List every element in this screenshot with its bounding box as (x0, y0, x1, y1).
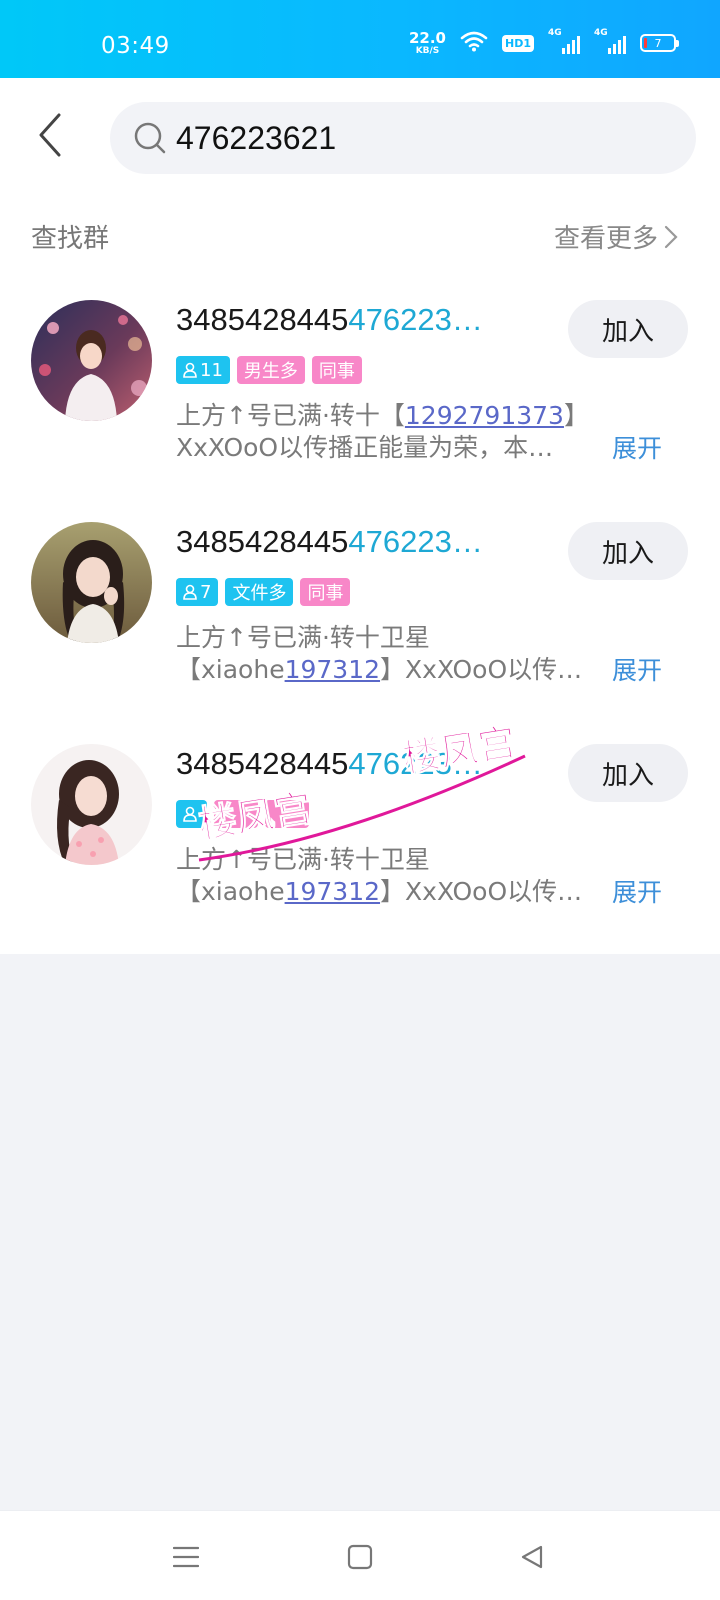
battery-icon: 7 (640, 34, 679, 52)
network-speed: 22.0 KB/S (408, 28, 446, 56)
group-description-line1: 上方↑号已满·转十卫星 (176, 840, 616, 876)
group-tags: 11 男生多 同事 (176, 356, 362, 384)
group-title-highlight: 476223… (348, 746, 483, 781)
group-title: 3485428445476223… (176, 524, 516, 560)
back-triangle-icon (521, 1545, 543, 1569)
search-icon (132, 120, 168, 156)
group-title-highlight: 476223… (348, 524, 483, 559)
network-speed-value: 22.0 (408, 28, 446, 47)
search-input[interactable] (176, 119, 656, 157)
group-title-prefix: 3485428445 (176, 746, 349, 781)
home-square-icon (347, 1544, 373, 1570)
back-nav-button[interactable] (512, 1537, 552, 1577)
system-nav-bar (0, 1510, 720, 1600)
view-more-link[interactable]: 查看更多 (554, 218, 678, 255)
section-header: 查找群 查看更多 (0, 198, 720, 274)
member-icon (183, 806, 197, 822)
group-tag: 同事 (300, 578, 351, 606)
group-description-line2: 【xiaohe197312】XxXOoO以传… (176, 872, 591, 908)
expand-link[interactable]: 展开 (612, 651, 662, 687)
member-icon (183, 362, 197, 378)
status-bar: 03:49 22.0 KB/S HD1 4G 4G 7 (0, 0, 720, 78)
member-count: 7 (200, 581, 212, 603)
member-count-tag: 7 (176, 578, 219, 606)
cellular-signal-icon: 4G (548, 28, 580, 54)
description-text: 】XxXOoO以传… (380, 655, 583, 684)
home-button[interactable] (340, 1537, 380, 1577)
join-button[interactable]: 加入 (568, 300, 688, 358)
group-avatar (31, 522, 152, 643)
group-title: 3485428445476223… (176, 302, 516, 338)
sim2-network-label: 4G (594, 28, 608, 38)
group-avatar (31, 744, 152, 865)
section-title: 查找群 (31, 224, 110, 254)
member-count: 11 (200, 359, 223, 381)
status-time: 03:49 (101, 33, 170, 59)
network-speed-unit: KB/S (415, 45, 440, 56)
member-count-tag: 11 (176, 356, 230, 384)
group-item[interactable]: 3485428445476223… 7 文件多 同事 上方↑号已满·转十卫星 【… (0, 494, 720, 720)
view-more-label: 查看更多 (553, 224, 658, 254)
group-description-line1: 上方↑号已满·转十卫星 (176, 618, 616, 654)
description-text: 【xiaohe (176, 655, 285, 684)
description-link[interactable]: 197312 (285, 655, 380, 684)
description-text: 】 (563, 401, 589, 430)
search-box[interactable] (110, 102, 696, 174)
group-title-prefix: 3485428445 (176, 524, 349, 559)
group-tag: 男生多 (236, 356, 305, 384)
search-header (0, 78, 720, 198)
description-link[interactable]: 1292791373 (405, 401, 564, 430)
group-tag (265, 800, 309, 828)
cellular-signal-icon-2: 4G (594, 28, 626, 54)
group-description-line2: XxXOoO以传播正能量为荣，本… (176, 428, 591, 464)
description-text: 【xiaohe (176, 877, 285, 906)
expand-link[interactable]: 展开 (612, 873, 662, 909)
description-text: 上方↑号已满·转十卫星 (176, 623, 430, 652)
menu-icon (173, 1546, 199, 1568)
chevron-right-icon (664, 225, 678, 248)
group-tag: 同事 (311, 356, 362, 384)
back-arrow-icon (39, 113, 61, 157)
member-icon (183, 584, 197, 600)
group-title: 3485428445476223… (176, 746, 516, 782)
back-button[interactable] (30, 108, 70, 162)
description-text: XxXOoO以传播正能量为荣，本… (176, 433, 554, 462)
description-text: 】XxXOoO以传… (380, 877, 583, 906)
hd-voice-badge: HD1 (502, 34, 534, 52)
group-tag (214, 800, 258, 828)
wifi-icon (460, 30, 488, 56)
description-text: 上方↑号已满·转十【 (176, 401, 405, 430)
sim1-network-label: 4G (548, 28, 562, 38)
description-link[interactable]: 197312 (285, 877, 380, 906)
status-icons: 22.0 KB/S HD1 4G 4G 7 (408, 28, 679, 58)
group-title-highlight: 476223… (348, 302, 483, 337)
search-results: 查找群 查看更多 3485428445476223… 11 男生多 同事 上方↑… (0, 198, 720, 954)
expand-link[interactable]: 展开 (612, 429, 662, 465)
group-description-line1: 上方↑号已满·转十【1292791373】 (176, 396, 616, 432)
group-item[interactable]: 3485428445476223… 上方↑号已满·转十卫星 【xiaohe197… (0, 716, 720, 942)
join-button[interactable]: 加入 (568, 744, 688, 802)
join-button[interactable]: 加入 (568, 522, 688, 580)
menu-button[interactable] (166, 1537, 206, 1577)
group-tags: 7 文件多 同事 (176, 578, 351, 606)
group-avatar (31, 300, 152, 421)
group-tag: 文件多 (225, 578, 294, 606)
group-tags (176, 800, 309, 828)
group-item[interactable]: 3485428445476223… 11 男生多 同事 上方↑号已满·转十【12… (0, 272, 720, 498)
member-count-tag (176, 800, 207, 828)
battery-level: 7 (654, 36, 662, 50)
group-title-prefix: 3485428445 (176, 302, 349, 337)
description-text: 上方↑号已满·转十卫星 (176, 845, 430, 874)
group-description-line2: 【xiaohe197312】XxXOoO以传… (176, 650, 591, 686)
